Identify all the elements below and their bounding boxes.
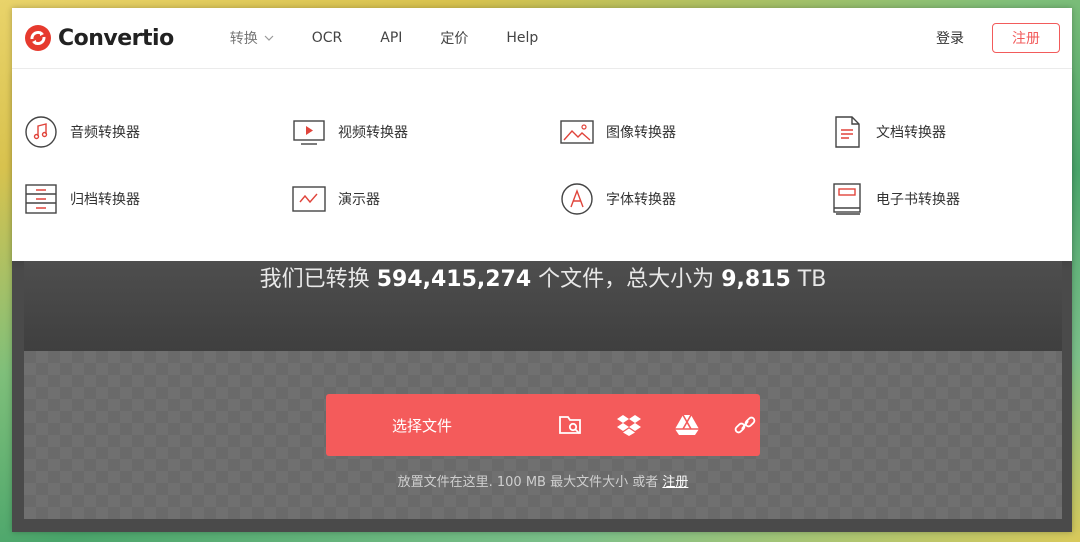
stats-mid-text: 个文件，总大小为 (538, 267, 715, 292)
chevron-down-icon (264, 35, 274, 41)
menu-item-presentation-converter[interactable]: 演示器 (292, 182, 380, 216)
logo-text: Convertio (58, 25, 174, 51)
menu-item-label: 文档转换器 (876, 125, 946, 141)
menu-item-ebook-converter[interactable]: 电子书转换器 (830, 182, 960, 216)
archive-icon (24, 182, 58, 216)
menu-item-audio-converter[interactable]: 音频转换器 (24, 115, 140, 149)
files-count: 594,415,274 (376, 267, 532, 292)
nav-item-label: 定价 (440, 31, 469, 47)
stats-prefix: 我们已转换 (259, 267, 370, 292)
menu-item-label: 字体转换器 (606, 192, 676, 208)
site-header: Convertio 转换 OCR API 定价 Help 登录 注册 (12, 8, 1072, 69)
google-drive-icon[interactable] (672, 410, 702, 440)
menu-item-archive-converter[interactable]: 归档转换器 (24, 182, 140, 216)
convertio-logo-icon (25, 25, 51, 51)
nav-item-label: Help (506, 30, 539, 46)
main-nav: 转换 OCR API 定价 Help (230, 28, 577, 48)
nav-item-pricing[interactable]: 定价 (440, 28, 468, 48)
nav-item-help[interactable]: Help (506, 30, 538, 46)
menu-item-image-converter[interactable]: 图像转换器 (560, 115, 676, 149)
upload-dropzone[interactable]: 选择文件 放置文件在这里. 100 MB 最大文件大小 或者 注册 (24, 351, 1062, 519)
menu-item-label: 图像转换器 (606, 125, 676, 141)
document-icon (830, 115, 864, 149)
nav-item-ocr[interactable]: OCR (312, 30, 343, 46)
choose-files-button[interactable]: 选择文件 (392, 415, 528, 436)
menu-item-label: 演示器 (338, 192, 380, 208)
link-icon[interactable] (730, 410, 760, 440)
signup-button[interactable]: 注册 (992, 23, 1060, 53)
drop-hint-text: 放置文件在这里. 100 MB 最大文件大小 或者 (397, 475, 659, 490)
drop-hint: 放置文件在这里. 100 MB 最大文件大小 或者 注册 (24, 471, 1062, 490)
upload-bar: 选择文件 (326, 394, 760, 456)
nav-item-api[interactable]: API (380, 30, 402, 46)
nav-item-label: API (380, 30, 403, 46)
converter-dropdown-menu: 音频转换器 视频转换器 图像转换器 文档转换器 归档转换器 演示器 字体转换器 … (12, 69, 1072, 261)
logo[interactable]: Convertio (24, 24, 174, 52)
menu-item-label: 音频转换器 (70, 125, 140, 141)
hint-signup-link[interactable]: 注册 (662, 475, 688, 490)
menu-item-video-converter[interactable]: 视频转换器 (292, 115, 408, 149)
folder-search-icon[interactable] (556, 410, 586, 440)
menu-item-label: 电子书转换器 (876, 192, 960, 208)
menu-item-document-converter[interactable]: 文档转换器 (830, 115, 946, 149)
font-icon (560, 182, 594, 216)
presentation-icon (292, 182, 326, 216)
nav-item-label: 转换 (229, 31, 258, 47)
menu-item-font-converter[interactable]: 字体转换器 (560, 182, 676, 216)
ebook-icon (830, 182, 864, 216)
menu-item-label: 视频转换器 (338, 125, 408, 141)
dropbox-icon[interactable] (614, 410, 644, 440)
music-note-icon (24, 115, 58, 149)
nav-item-convert[interactable]: 转换 (230, 28, 274, 48)
total-size: 9,815 (721, 267, 791, 292)
video-play-icon (292, 115, 326, 149)
hero-stats-band: 我们已转换 594,415,274 个文件，总大小为 9,815 TB (24, 261, 1062, 351)
login-link[interactable]: 登录 (936, 28, 964, 48)
size-unit: TB (797, 267, 827, 292)
header-actions: 登录 注册 (936, 23, 1060, 53)
nav-item-label: OCR (311, 30, 343, 46)
menu-item-label: 归档转换器 (70, 192, 140, 208)
image-icon (560, 115, 594, 149)
conversion-stats: 我们已转换 594,415,274 个文件，总大小为 9,815 TB (24, 261, 1062, 293)
browser-page: Convertio 转换 OCR API 定价 Help 登录 注册 音频转换器 (12, 8, 1072, 532)
